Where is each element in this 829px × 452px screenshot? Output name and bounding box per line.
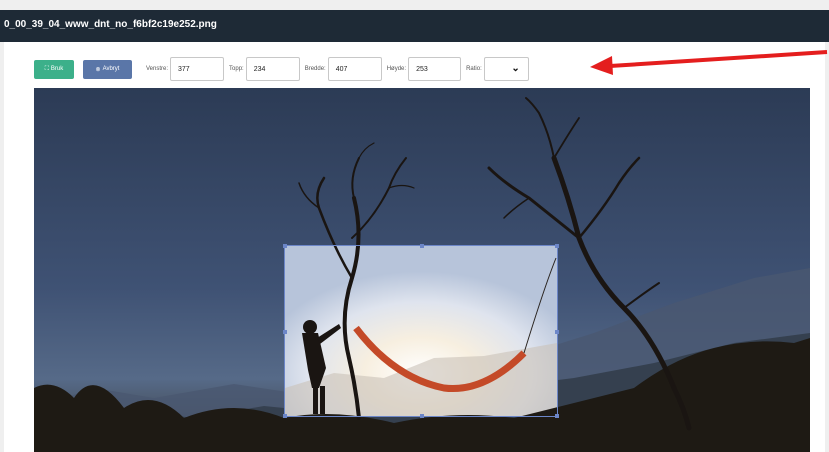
width-label: Bredde: <box>304 66 326 72</box>
height-input[interactable]: 253 <box>408 57 462 81</box>
window-title: 0_00_39_04_www_dnt_no_f6bf2c19e252.png <box>4 19 217 30</box>
crop-handle-bottom-right[interactable] <box>555 414 559 418</box>
screen: 0_00_39_04_www_dnt_no_f6bf2c19e252.png ⛶… <box>0 0 829 452</box>
width-input[interactable]: 407 <box>327 57 382 81</box>
use-button-label: Bruk <box>50 66 64 72</box>
height-label: Høyde: <box>386 66 407 72</box>
chevron-down-icon: ⌄ <box>511 63 520 74</box>
crop-handle-bottom[interactable] <box>420 414 424 418</box>
image-canvas[interactable] <box>34 88 810 452</box>
crop-selection[interactable] <box>283 244 559 418</box>
cancel-button-label: Avbryt <box>102 66 120 72</box>
left-input[interactable]: 377 <box>170 57 225 81</box>
left-label: Venstre: <box>146 66 169 72</box>
editor-panel: ⛶ Bruk ⊗ Avbryt Venstre: 377 Topp: 234 B… <box>4 42 825 452</box>
crop-handle-top-left[interactable] <box>283 244 287 248</box>
ratio-select[interactable]: ⌄ <box>483 57 529 81</box>
crop-icon: ⛶ <box>44 65 49 72</box>
cancel-button[interactable]: ⊗ Avbryt <box>83 59 132 79</box>
crop-handle-left[interactable] <box>283 330 287 334</box>
window-titlebar: 0_00_39_04_www_dnt_no_f6bf2c19e252.png <box>0 10 829 42</box>
crop-handle-right[interactable] <box>555 330 559 334</box>
cancel-circle-icon: ⊗ <box>95 66 101 73</box>
annotation-arrow <box>590 50 828 75</box>
crop-handle-bottom-left[interactable] <box>283 414 287 418</box>
crop-toolbar: ⛶ Bruk ⊗ Avbryt Venstre: 377 Topp: 234 B… <box>34 57 529 81</box>
ratio-label: Ratio: <box>466 66 482 72</box>
use-button[interactable]: ⛶ Bruk <box>34 59 74 79</box>
top-label: Topp: <box>229 66 244 72</box>
crop-handle-top-right[interactable] <box>555 244 559 248</box>
top-input[interactable]: 234 <box>245 57 300 81</box>
crop-handle-top[interactable] <box>420 244 424 248</box>
